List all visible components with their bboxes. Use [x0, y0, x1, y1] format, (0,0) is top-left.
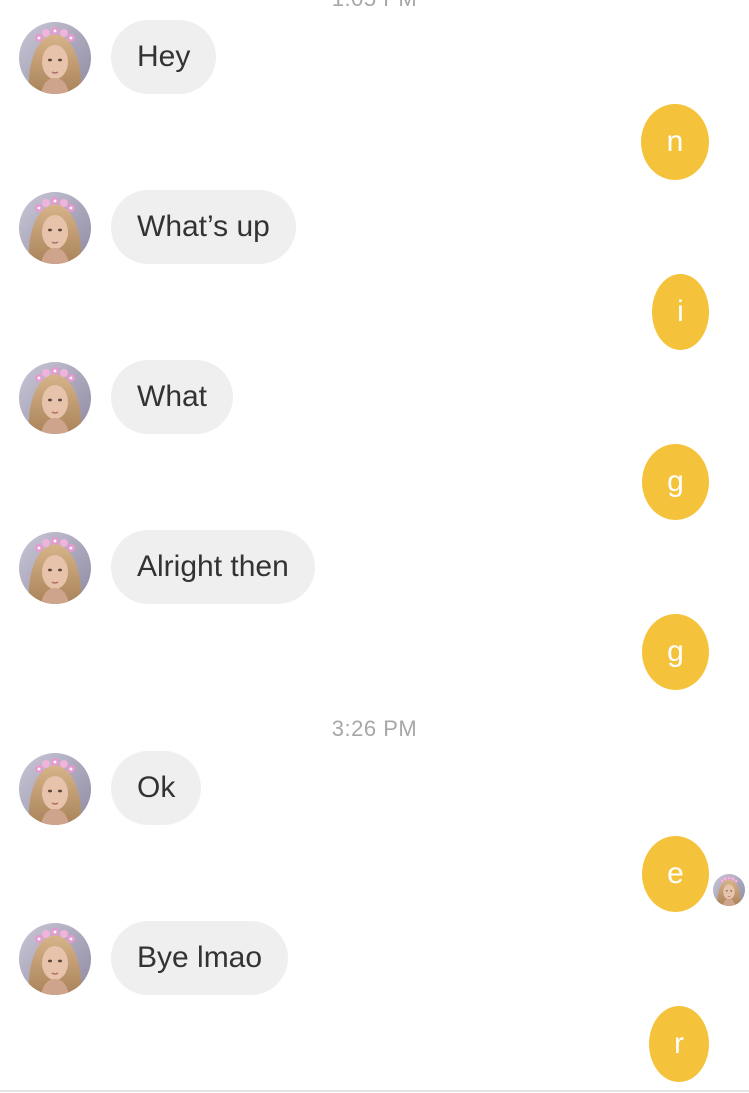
- outgoing-message[interactable]: g: [642, 444, 709, 520]
- outgoing-message[interactable]: n: [641, 104, 709, 180]
- incoming-message[interactable]: What’s up: [111, 190, 296, 264]
- outgoing-message[interactable]: r: [649, 1006, 709, 1082]
- contact-avatar-icon[interactable]: [19, 192, 91, 264]
- contact-avatar-icon[interactable]: [19, 753, 91, 825]
- read-receipt-avatar-icon: [713, 874, 745, 906]
- incoming-message[interactable]: Alright then: [111, 530, 315, 604]
- outgoing-message[interactable]: g: [642, 614, 709, 690]
- incoming-message[interactable]: What: [111, 360, 234, 434]
- contact-avatar-icon[interactable]: [19, 923, 91, 995]
- outgoing-message[interactable]: i: [652, 274, 709, 350]
- incoming-message[interactable]: Bye lmao: [111, 921, 289, 995]
- contact-avatar-icon[interactable]: [19, 532, 91, 604]
- incoming-message[interactable]: Hey: [111, 20, 217, 94]
- timestamp-top: 1:05 PM: [0, 0, 749, 12]
- timestamp-middle: 3:26 PM: [331, 716, 418, 741]
- incoming-message[interactable]: Ok: [111, 751, 202, 825]
- divider: [0, 1090, 749, 1092]
- contact-avatar-icon[interactable]: [19, 362, 91, 434]
- contact-avatar-icon[interactable]: [19, 22, 91, 94]
- outgoing-message[interactable]: e: [642, 836, 709, 912]
